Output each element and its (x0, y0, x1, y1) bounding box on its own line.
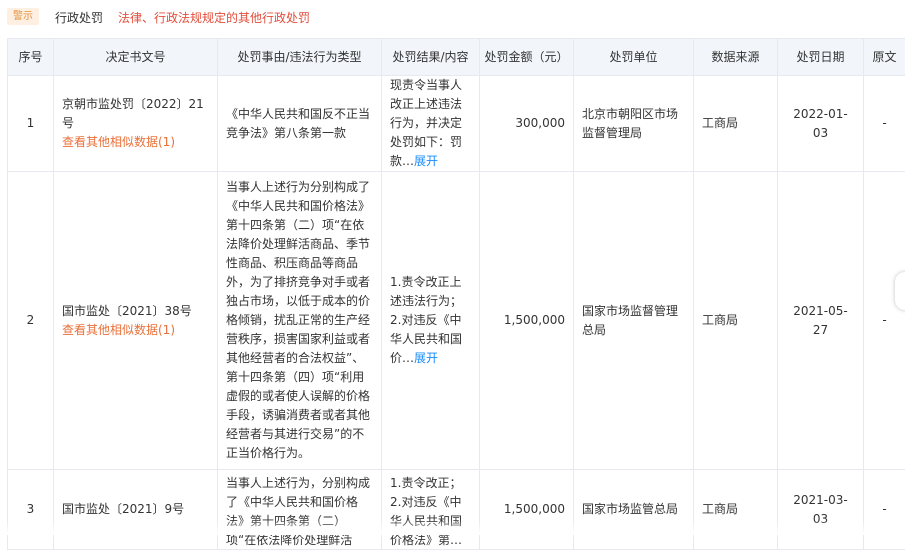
col-date: 处罚日期 (778, 39, 864, 76)
unit-cell: 国家市场监督管理总局 (574, 172, 694, 470)
original-cell: - (864, 172, 905, 470)
result-text: 1.责令改正；2.对违反《中华人民共和国价格法》第… (390, 476, 462, 546)
row-index: 2 (8, 172, 54, 470)
penalty-table: 序号 决定书文号 处罚事由/违法行为类型 处罚结果/内容 处罚金额（元） 处罚单… (7, 38, 905, 550)
row-index: 1 (8, 76, 54, 172)
table-row: 1 京朝市监处罚〔2022〕21号 查看其他相似数据(1) 《中华人民共和国反不… (8, 76, 905, 172)
amount-cell: 1,500,000 (480, 172, 574, 470)
col-amount: 处罚金额（元） (480, 39, 574, 76)
col-index: 序号 (8, 39, 54, 76)
unit-cell: 北京市朝阳区市场监督管理局 (574, 76, 694, 172)
row-index: 3 (8, 470, 54, 550)
doc-no-cell: 国市监处〔2021〕9号 (54, 470, 218, 550)
col-original: 原文 (864, 39, 905, 76)
reason-cell: 当事人上述行为，分别构成了《中华人民共和国价格法》第十四条第（二）项“在依法降价… (218, 470, 382, 550)
amount-cell: 300,000 (480, 76, 574, 172)
result-cell: 1.责令改正；2.对违反《中华人民共和国价格法》第…展开 (382, 470, 480, 550)
date-cell: 2022-01-03 (778, 76, 864, 172)
col-unit: 处罚单位 (574, 39, 694, 76)
amount-cell: 1,500,000 (480, 470, 574, 550)
table-row: 3 国市监处〔2021〕9号 当事人上述行为，分别构成了《中华人民共和国价格法》… (8, 470, 905, 550)
result-cell: 现责令当事人改正上述违法行为，并决定处罚如下：罚款…展开 (382, 76, 480, 172)
table-header-row: 序号 决定书文号 处罚事由/违法行为类型 处罚结果/内容 处罚金额（元） 处罚单… (8, 39, 905, 76)
col-reason: 处罚事由/违法行为类型 (218, 39, 382, 76)
similar-data-link[interactable]: 查看其他相似数据(1) (62, 321, 209, 340)
doc-no: 京朝市监处罚〔2022〕21号 (62, 97, 204, 130)
bottom-fade (0, 520, 905, 535)
col-doc-no: 决定书文号 (54, 39, 218, 76)
unit-cell: 国家市场监管总局 (574, 470, 694, 550)
reason-text: 当事人上述行为，分别构成了《中华人民共和国价格法》第十四条第（二）项“在依法降价… (226, 476, 370, 546)
doc-no: 国市监处〔2021〕9号 (62, 502, 184, 516)
expand-link[interactable]: 展开 (414, 154, 438, 168)
col-source: 数据来源 (694, 39, 778, 76)
doc-no-cell: 国市监处〔2021〕38号 查看其他相似数据(1) (54, 172, 218, 470)
result-cell: 1.责令改正上述违法行为；2.对违反《中华人民共和国价…展开 (382, 172, 480, 470)
horizontal-scroll-handle[interactable] (895, 272, 905, 310)
source-cell: 工商局 (694, 76, 778, 172)
reason-cell: 《中华人民共和国反不正当竞争法》第八条第一款 (218, 76, 382, 172)
original-cell: - (864, 470, 905, 550)
source-cell: 工商局 (694, 470, 778, 550)
similar-data-link[interactable]: 查看其他相似数据(1) (62, 133, 209, 152)
expand-link[interactable]: 展开 (414, 351, 438, 365)
record-description: 法律、行政法规规定的其他行政处罚 (118, 9, 310, 26)
table-row: 2 国市监处〔2021〕38号 查看其他相似数据(1) 当事人上述行为分别构成了… (8, 172, 905, 470)
col-result: 处罚结果/内容 (382, 39, 480, 76)
warning-tag: 警示 (7, 8, 39, 25)
record-type: 行政处罚 (55, 9, 103, 26)
original-cell: - (864, 76, 905, 172)
doc-no: 国市监处〔2021〕38号 (62, 304, 192, 318)
date-cell: 2021-03-03 (778, 470, 864, 550)
doc-no-cell: 京朝市监处罚〔2022〕21号 查看其他相似数据(1) (54, 76, 218, 172)
reason-cell: 当事人上述行为分别构成了《中华人民共和国价格法》第十四条第（二）项“在依法降价处… (218, 172, 382, 470)
record-header: 警示 行政处罚 法律、行政法规规定的其他行政处罚 (0, 0, 905, 38)
date-cell: 2021-05-27 (778, 172, 864, 470)
source-cell: 工商局 (694, 172, 778, 470)
